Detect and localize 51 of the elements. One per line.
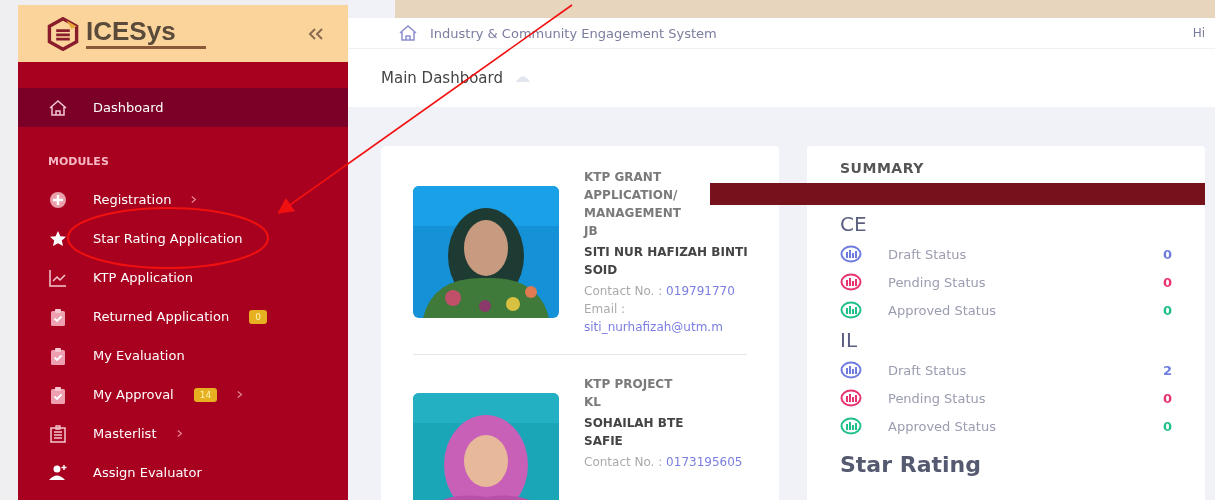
program-title: KTP PROJECT [584,376,674,393]
status-label: Approved Status [888,418,996,434]
email-label: Email : [584,301,627,318]
status-label: Draft Status [888,246,967,262]
clipboard-icon [48,345,68,366]
sidebar-item[interactable]: My Approval 14 [18,375,348,414]
phone-number: 0173195605 [666,455,743,469]
add-user-icon [48,462,68,483]
group-title: IL [840,328,859,352]
logo-text: ICESys [86,18,177,44]
sidebar-item[interactable]: Returned Application 0 [18,297,348,336]
section-heading: Star Rating [840,452,982,477]
greeting-text: Hi [1192,26,1205,40]
sidebar-item[interactable]: Dashboard [18,88,348,127]
status-count: 0 [1162,246,1172,262]
group-title: CE [840,212,868,236]
sidebar-item[interactable]: Masterlist [18,414,348,453]
logo-tagline-icon [86,46,206,49]
sidebar-item[interactable]: KTP Application [18,258,348,297]
sidebar-item[interactable]: Star Rating Application [18,219,348,258]
chart-icon [48,267,68,288]
sidebar-item[interactable]: Registration [18,180,348,219]
status-count: 2 [1162,362,1172,378]
count-badge: 14 [193,387,218,402]
sidebar-item[interactable]: Assign Evaluator [18,453,348,492]
status-label: Pending Status [888,274,986,290]
status-count: 0 [1162,418,1172,434]
location-text: KL [584,394,602,411]
email-address: siti_nurhafizah@utm.m [584,319,724,336]
phone-number: 019791770 [666,284,735,298]
person-name: SITI NUR HAFIZAH BINTI SOID [584,244,748,279]
status-label: Approved Status [888,302,996,318]
logo-icon [46,16,80,51]
person-name: SOHAILAH BTE SAFIE [584,415,685,450]
contact-label: Contact No. : [584,284,663,298]
status-count: 0 [1162,390,1172,406]
list-icon [48,423,68,444]
status-count: 0 [1162,274,1172,290]
contact-label: Contact No. : [584,455,663,469]
location-text: JB [584,223,599,240]
count-badge: 0 [249,309,267,324]
plus-icon [48,189,68,210]
clipboard-icon [48,306,68,327]
status-label: Draft Status [888,362,967,378]
status-label: Pending Status [888,390,986,406]
status-count: 0 [1162,302,1172,318]
program-title: KTP GRANT APPLICATION/ MANAGEMENT [584,169,682,222]
sidebar-item[interactable]: My Evaluation [18,336,348,375]
summary-title: SUMMARY [840,160,925,176]
section-heading: MODULES [47,154,110,170]
clipboard-icon [48,384,68,405]
